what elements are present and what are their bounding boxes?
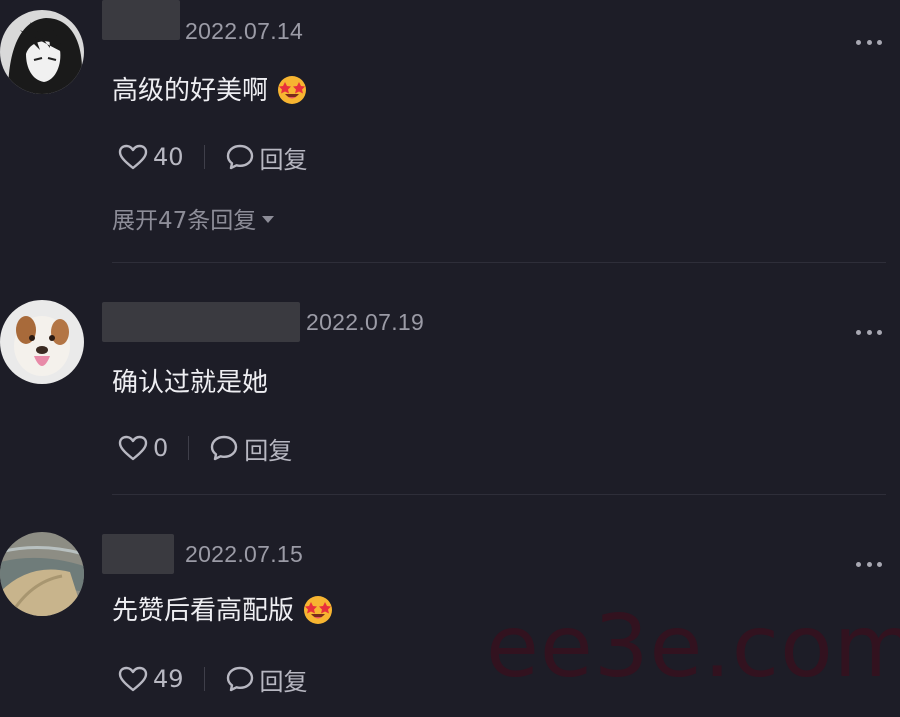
divider (112, 494, 886, 495)
avatar-dog-image (0, 300, 84, 384)
like-count: 49 (153, 665, 184, 693)
like-count: 40 (153, 143, 184, 171)
heart-outline-icon (118, 666, 148, 692)
action-divider (203, 667, 205, 691)
reply-button[interactable]: 回复 (209, 431, 292, 466)
speech-bubble-icon (226, 666, 253, 692)
like-button[interactable]: 40 (118, 143, 184, 171)
more-options-button[interactable] (856, 39, 882, 45)
avatar[interactable] (0, 532, 84, 616)
watermark: ee3e.com (486, 597, 900, 697)
heart-outline-icon (118, 144, 148, 170)
comment-date: 2022.07.14 (185, 18, 304, 44)
comment-date: 2022.07.15 (185, 541, 304, 567)
comment-text-row: 高级的好美啊 (112, 70, 308, 107)
more-options-button[interactable] (856, 561, 882, 567)
reply-label: 回复 (259, 145, 308, 174)
comment-item: 2022.07.19 确认过就是她 0 回复 (0, 264, 900, 494)
comment-actions: 49 回复 (118, 662, 308, 696)
expand-replies-label: 展开47条回复 (112, 208, 257, 234)
comment-text-row: 确认过就是她 (112, 362, 268, 399)
action-divider (188, 436, 190, 460)
reply-label: 回复 (244, 436, 293, 465)
caret-down-icon (262, 215, 275, 223)
more-dots-icon (856, 329, 861, 335)
speech-bubble-icon (211, 435, 238, 461)
more-dots-icon (856, 561, 861, 567)
like-button[interactable]: 0 (118, 434, 168, 462)
comment-feed: 2022.07.14 高级的好美啊 40 回复 展开47条回复 2022.07.… (0, 0, 900, 717)
divider (112, 262, 886, 263)
reply-button[interactable]: 回复 (225, 140, 308, 175)
expand-replies-button[interactable]: 展开47条回复 (112, 201, 275, 235)
comment-date: 2022.07.19 (306, 309, 425, 335)
like-count: 0 (153, 434, 169, 462)
avatar-anime-image (0, 10, 84, 94)
comment-actions: 40 回复 (118, 140, 308, 174)
more-options-button[interactable] (856, 329, 882, 335)
username-redacted (102, 0, 180, 40)
more-dots-icon (856, 39, 861, 45)
comment-text: 确认过就是她 (112, 368, 269, 398)
star-struck-emoji-icon (278, 75, 307, 104)
comment-actions: 0 回复 (118, 431, 292, 465)
avatar[interactable] (0, 300, 84, 384)
username-redacted (102, 534, 174, 574)
comment-text: 先赞后看高配版 (112, 596, 295, 626)
username-redacted (102, 302, 300, 342)
comment-text-row: 先赞后看高配版 (112, 590, 334, 627)
heart-outline-icon (118, 435, 148, 461)
avatar[interactable] (0, 10, 84, 94)
like-button[interactable]: 49 (118, 665, 184, 693)
reply-label: 回复 (259, 667, 308, 696)
action-divider (203, 145, 205, 169)
star-struck-emoji-icon (304, 595, 333, 624)
comment-text: 高级的好美啊 (112, 76, 269, 106)
comment-item: 2022.07.14 高级的好美啊 40 回复 展开47条回复 (0, 0, 900, 262)
speech-bubble-icon (226, 144, 253, 170)
avatar-landscape-image (0, 532, 84, 616)
reply-button[interactable]: 回复 (225, 662, 308, 697)
